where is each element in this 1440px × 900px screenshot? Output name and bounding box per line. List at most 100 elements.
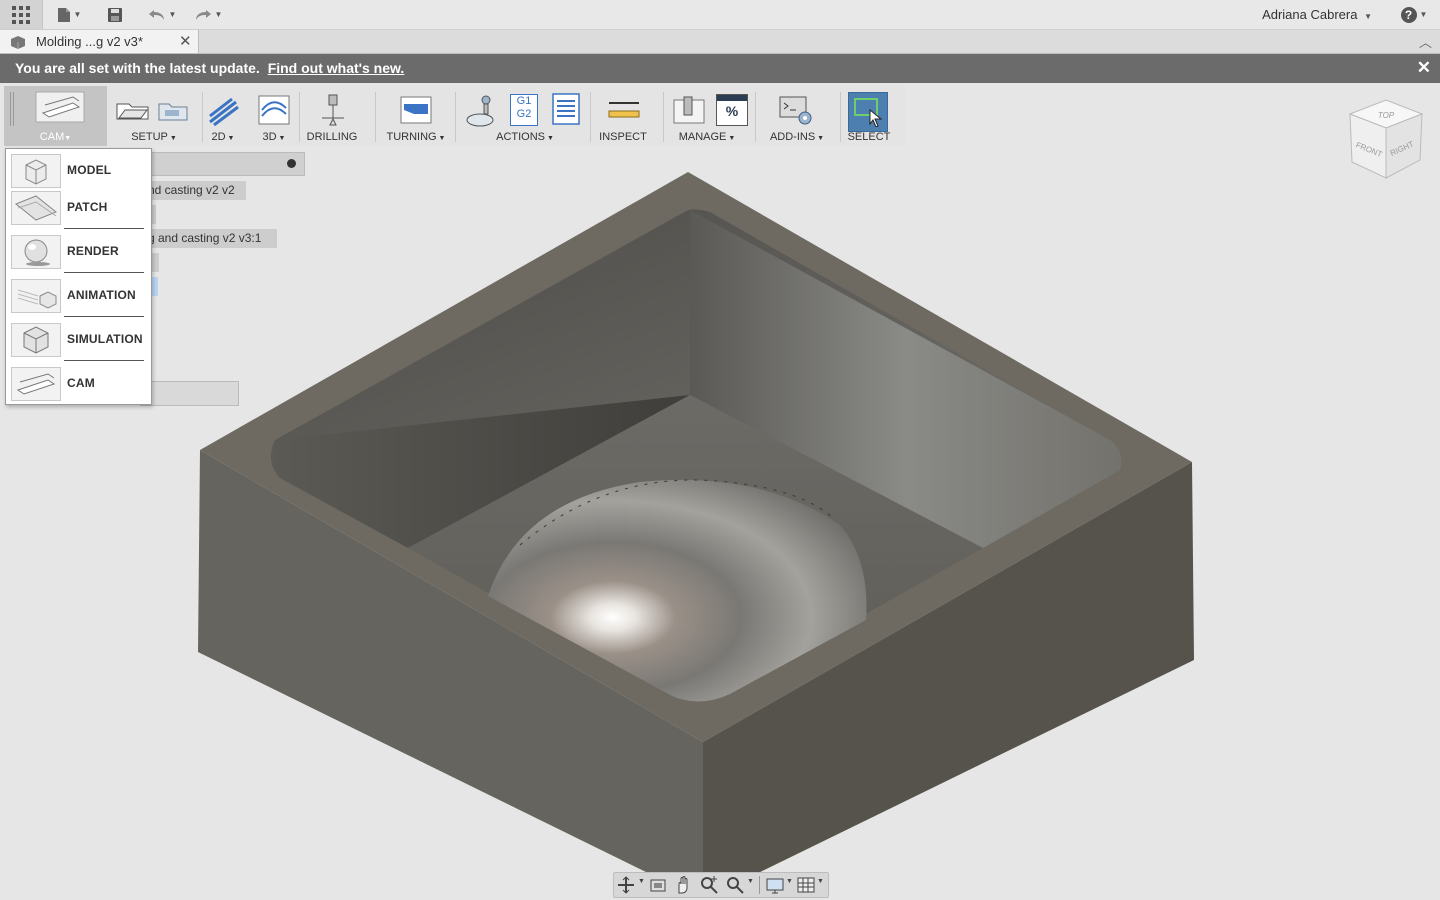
select-icon <box>848 92 888 132</box>
drilling-group[interactable]: DRILLING <box>304 86 360 146</box>
app-grid-button[interactable] <box>0 0 43 29</box>
grid-settings-icon[interactable] <box>796 875 816 895</box>
document-tab[interactable]: Molding ...g v2 v3* ✕ <box>0 30 199 53</box>
help-icon: ? <box>1400 6 1417 23</box>
ribbon-toolbar: CAM▼ SETUP ▼ 2D ▼ 3D ▼ DRILLING TURNING … <box>4 86 905 146</box>
model-viewport[interactable] <box>0 146 1440 872</box>
close-icon[interactable]: ✕ <box>1417 58 1431 78</box>
chevron-down-icon[interactable]: ▼ <box>638 878 645 885</box>
pan-hand-icon[interactable] <box>673 875 693 895</box>
display-settings-icon[interactable] <box>765 875 785 895</box>
chevron-down-icon[interactable]: ▼ <box>817 878 824 885</box>
toolbar-separator <box>755 92 756 142</box>
browser-item-component-label: g and casting v2 v3:1 <box>148 231 262 245</box>
update-notification-bar: You are all set with the latest update. … <box>0 54 1440 83</box>
workspace-label: CAM <box>39 131 65 143</box>
comments-panel[interactable] <box>140 381 239 406</box>
close-icon[interactable]: ✕ <box>179 32 192 50</box>
animation-workspace-icon <box>11 279 61 313</box>
addins-group[interactable]: ADD-INS ▼ <box>759 86 835 146</box>
grid-icon <box>12 5 30 24</box>
navbar-separator <box>759 876 760 894</box>
whats-new-link[interactable]: Find out what's new. <box>268 60 405 76</box>
model-workspace-icon <box>11 154 61 188</box>
setup-icon <box>116 103 149 120</box>
workspace-item-simulation-label: SIMULATION <box>67 332 143 346</box>
user-menu[interactable]: Adriana Cabrera ▼ <box>1262 0 1372 29</box>
file-icon <box>57 7 70 22</box>
post-process-icon: G1 G2 <box>510 94 538 126</box>
undo-button[interactable]: ▼ <box>144 0 180 29</box>
post-process-g2: G2 <box>516 108 532 120</box>
file-menu-button[interactable]: ▼ <box>52 0 86 29</box>
chevron-down-icon[interactable]: ▼ <box>786 878 793 885</box>
2d-label: 2D <box>211 131 226 143</box>
chevron-down-icon: ▼ <box>1419 10 1428 19</box>
3d-group[interactable]: 3D ▼ <box>254 86 294 146</box>
workspace-switcher[interactable]: CAM▼ <box>4 86 107 146</box>
view-cube[interactable]: TOP FRONT RIGHT <box>1340 96 1430 186</box>
document-tab-bar: Molding ...g v2 v3* ✕ ︿ <box>0 30 1440 54</box>
addins-label: ADD-INS <box>769 131 816 143</box>
chevron-down-icon: ▼ <box>1364 12 1372 21</box>
minus-icon[interactable] <box>287 159 296 168</box>
notification-message: You are all set with the latest update. … <box>15 60 404 76</box>
post-process-g1: G1 <box>516 95 532 107</box>
viewcube-top-label: TOP <box>1378 111 1395 120</box>
chevron-down-icon: ▼ <box>168 10 177 19</box>
fit-zoom-icon[interactable] <box>725 875 745 895</box>
inspect-group[interactable]: INSPECT <box>594 86 652 146</box>
collapse-icon[interactable]: ︿ <box>1419 32 1432 51</box>
workspace-item-cam-label: CAM <box>67 376 95 390</box>
2d-group[interactable]: 2D ▼ <box>203 86 243 146</box>
menu-divider <box>64 360 144 361</box>
zoom-icon[interactable] <box>699 875 719 895</box>
drill-icon <box>322 94 344 126</box>
workspace-item-patch[interactable]: PATCH <box>6 188 151 228</box>
workspace-item-model[interactable]: MODEL <box>6 151 151 191</box>
actions-group[interactable]: G1 G2 ACTIONS ▼ <box>460 86 590 146</box>
drilling-label: DRILLING <box>306 131 358 143</box>
turning-label: TURNING <box>386 131 437 143</box>
workspace-item-animation[interactable]: ANIMATION <box>6 276 151 316</box>
browser-item-component[interactable]: g and casting v2 v3:1 <box>140 229 277 248</box>
chevron-down-icon: ▼ <box>73 10 82 19</box>
workspace-item-simulation[interactable]: SIMULATION <box>6 320 151 360</box>
redo-button[interactable]: ▼ <box>190 0 226 29</box>
manage-group[interactable]: % MANAGE ▼ <box>667 86 748 146</box>
setup-group[interactable]: SETUP ▼ <box>107 86 201 146</box>
toolbar-separator <box>375 92 376 142</box>
save-button[interactable] <box>104 0 126 29</box>
cam-workspace-icon <box>11 367 61 401</box>
navigation-bar: ▼ ▼ ▼ ▼ <box>613 872 829 898</box>
toolbar-separator <box>840 92 841 142</box>
template-percent: % <box>725 103 739 119</box>
workspace-item-render[interactable]: RENDER <box>6 232 151 272</box>
orbit-icon[interactable] <box>616 875 636 895</box>
look-at-icon[interactable] <box>648 875 668 895</box>
scripts-addins-icon <box>779 96 812 125</box>
toolbar-separator <box>590 92 591 142</box>
select-group[interactable]: SELECT <box>844 86 894 146</box>
document-icon <box>11 36 25 49</box>
undo-icon <box>148 9 164 20</box>
toolbar-separator <box>663 92 664 142</box>
toolbar-separator <box>299 92 300 142</box>
tool-library-icon <box>673 96 705 124</box>
browser-item-document[interactable]: nd casting v2 v2 <box>140 181 246 200</box>
3d-toolpath-icon <box>258 95 290 125</box>
workspace-item-cam[interactable]: CAM <box>6 364 151 404</box>
simulation-workspace-icon <box>11 323 61 357</box>
redo-icon <box>195 9 211 20</box>
toolbar-separator <box>455 92 456 142</box>
chevron-down-icon[interactable]: ▼ <box>747 878 754 885</box>
grip-handle[interactable] <box>10 92 14 126</box>
help-button[interactable]: ? ▼ <box>1396 0 1432 29</box>
turning-icon <box>400 96 432 124</box>
setup-label: SETUP <box>131 131 168 143</box>
actions-label: ACTIONS <box>496 131 546 143</box>
2d-toolpath-icon <box>209 97 239 126</box>
turning-group[interactable]: TURNING ▼ <box>380 86 452 146</box>
menu-divider <box>64 228 144 229</box>
menu-divider <box>64 272 144 273</box>
